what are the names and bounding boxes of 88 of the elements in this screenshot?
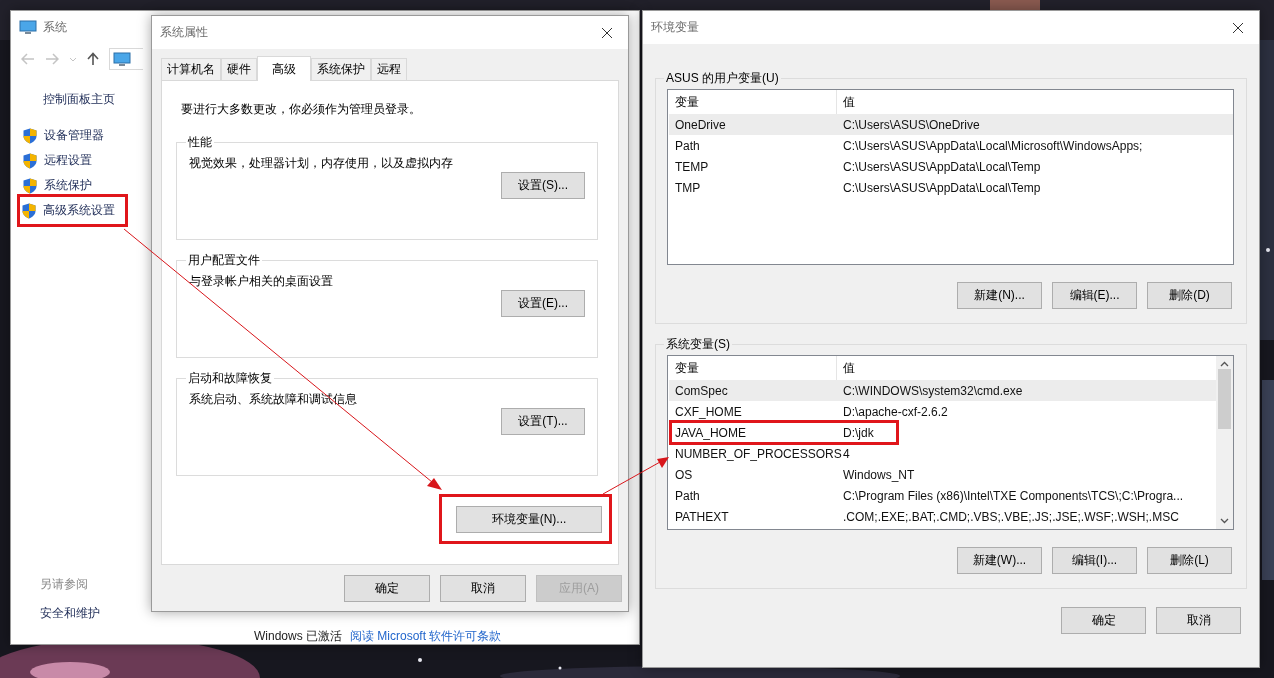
variable-row[interactable]: TEMP C:\Users\ASUS\AppData\Local\Temp (669, 156, 1233, 177)
variable-value: .COM;.EXE;.BAT;.CMD;.VBS;.VBE;.JS;.JSE;.WSF;.WSH;.MSC (842, 509, 1180, 524)
group-description: 系统启动、系统故障和调试信息 (189, 391, 358, 408)
group-title: 性能 (187, 134, 213, 151)
column-header[interactable]: 值 (837, 90, 1233, 114)
settings-button[interactable]: 设置(E)... (501, 290, 585, 317)
variable-row[interactable]: ComSpec C:\WINDOWS\system32\cmd.exe (669, 380, 1216, 401)
monitor-icon (113, 51, 131, 67)
tab[interactable]: 计算机名 (161, 58, 221, 80)
variable-row[interactable]: JAVA_HOME D:\jdk (669, 422, 1216, 443)
nav-link[interactable]: 高级系统设置 (17, 194, 128, 227)
variable-value: C:\Users\ASUS\AppData\Local\Temp (842, 180, 1042, 195)
dialog-button[interactable]: 删除(L) (1147, 547, 1232, 574)
window-title: 系统属性 (160, 24, 208, 41)
window-title: 环境变量 (651, 19, 699, 36)
dialog-button[interactable]: 确定 (1061, 607, 1146, 634)
variable-name: Path (674, 138, 701, 153)
group-title: ASUS 的用户变量(U) (665, 70, 780, 87)
variable-name: OS (674, 467, 694, 482)
settings-button[interactable]: 设置(S)... (501, 172, 585, 199)
group-title: 用户配置文件 (187, 252, 261, 269)
variable-row[interactable]: TMP C:\Users\ASUS\AppData\Local\Temp (669, 177, 1233, 198)
dialog-button[interactable]: 取消 (440, 575, 526, 602)
variable-row[interactable]: OneDrive C:\Users\ASUS\OneDrive (669, 114, 1233, 135)
dialog-button[interactable]: 删除(D) (1147, 282, 1232, 309)
section-heading: 另请参阅 (39, 576, 89, 593)
activation-status: Windows 已激活 (254, 627, 342, 645)
settings-button[interactable]: 设置(T)... (501, 408, 585, 435)
variable-name: JAVA_HOME (674, 425, 747, 440)
variable-name: CXF_HOME (674, 404, 743, 419)
tab[interactable]: 高级 (257, 56, 311, 81)
tab[interactable]: 硬件 (221, 58, 257, 80)
variable-name: Path (674, 488, 701, 503)
monitor-icon (19, 20, 37, 35)
group-title: 系统变量(S) (665, 336, 731, 353)
tab[interactable]: 系统保护 (311, 58, 371, 80)
variable-name: TMP (674, 180, 702, 195)
close-icon (601, 26, 613, 39)
scroll-thumb[interactable] (1218, 369, 1231, 429)
variable-value: C:\Users\ASUS\AppData\Local\Temp (842, 159, 1042, 174)
variable-name: TEMP (674, 159, 710, 174)
scroll-down-icon (1220, 518, 1229, 524)
tab[interactable]: 远程 (371, 58, 407, 80)
forward-button[interactable] (45, 53, 59, 65)
variable-name: PATHEXT (674, 509, 730, 524)
dialog-button[interactable]: 编辑(E)... (1052, 282, 1137, 309)
group-description: 与登录帐户相关的桌面设置 (189, 273, 334, 290)
license-link[interactable]: 阅读 Microsoft 软件许可条款 (350, 627, 502, 645)
variable-row[interactable]: Path C:\Users\ASUS\AppData\Local\Microsoft\WindowsApps; (669, 135, 1233, 156)
column-header[interactable]: 值 (837, 356, 1216, 380)
group-title: 启动和故障恢复 (187, 370, 273, 387)
scrollbar[interactable] (1216, 356, 1233, 529)
variable-value: C:\Users\ASUS\OneDrive (842, 117, 981, 132)
dialog-button[interactable]: 新建(W)... (957, 547, 1042, 574)
variable-value: C:\WINDOWS\system32\cmd.exe (842, 383, 1024, 398)
caret-icon (69, 56, 77, 62)
nav-link[interactable]: 控制面板主页 (17, 83, 128, 116)
env-variables-button[interactable]: 环境变量(N)... (456, 506, 602, 533)
dialog-button[interactable]: 取消 (1156, 607, 1241, 634)
back-button[interactable] (21, 53, 35, 65)
up-arrow-icon (87, 52, 99, 66)
variable-row[interactable]: CXF_HOME D:\apache-cxf-2.6.2 (669, 401, 1216, 422)
up-button[interactable] (87, 52, 99, 66)
variable-value: D:\jdk (842, 425, 875, 440)
left-arrow-icon (21, 53, 35, 65)
window-title: 系统 (43, 19, 67, 36)
variable-value: C:\Users\ASUS\AppData\Local\Microsoft\WindowsApps; (842, 138, 1144, 153)
notice-text: 要进行大多数更改，你必须作为管理员登录。 (181, 101, 422, 118)
scroll-up-icon (1220, 361, 1229, 367)
close-icon (1232, 21, 1244, 34)
dialog-button[interactable]: 新建(N)... (957, 282, 1042, 309)
group-description: 视觉效果，处理器计划，内存使用，以及虚拟内存 (189, 155, 454, 172)
address-bar[interactable] (109, 48, 143, 70)
variable-value: D:\apache-cxf-2.6.2 (842, 404, 949, 419)
variable-value: 4 (842, 446, 851, 461)
history-button[interactable] (69, 56, 77, 62)
variable-name: OneDrive (674, 117, 727, 132)
nav-link[interactable]: 安全和维护 (17, 605, 226, 622)
variable-value: Windows_NT (842, 467, 916, 482)
variable-row[interactable]: PATHEXT .COM;.EXE;.BAT;.CMD;.VBS;.VBE;.JS;.JSE;.WSF;.WSH;.MSC (669, 506, 1216, 527)
variable-row[interactable]: Path C:\Program Files (x86)\Intel\TXE Components\TCS\;C:\Progra... (669, 485, 1216, 506)
variable-row[interactable]: NUMBER_OF_PROCESSORS4 (669, 443, 1216, 464)
dialog-button[interactable]: 编辑(I)... (1052, 547, 1137, 574)
variable-value: C:\Program Files (x86)\Intel\TXE Components\TCS\;C:\Progra... (842, 488, 1185, 503)
right-arrow-icon (45, 53, 59, 65)
variable-name: ComSpec (674, 383, 729, 398)
variable-row[interactable]: OS Windows_NT (669, 464, 1216, 485)
dialog-button[interactable]: 确定 (344, 575, 430, 602)
